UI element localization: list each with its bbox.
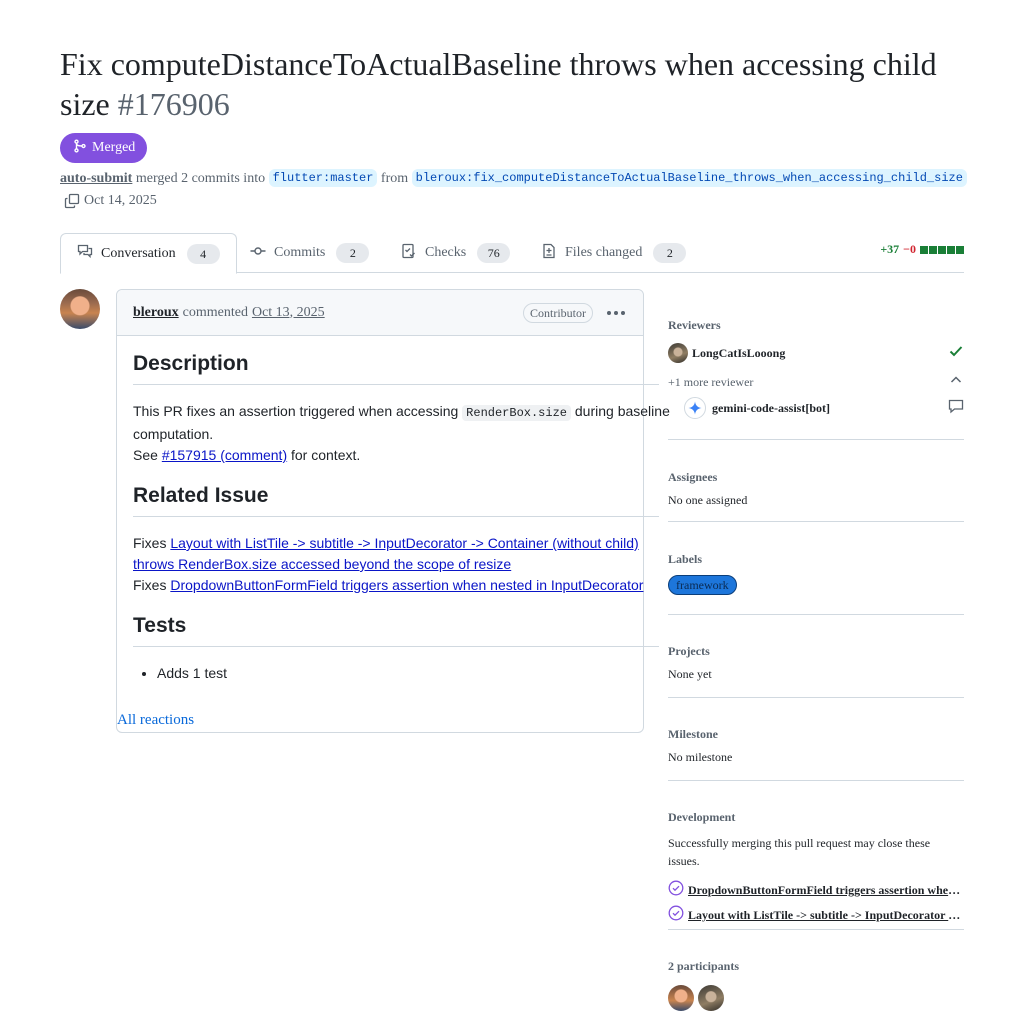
- comment-header: bleroux commented Oct 13, 2025 Contribut…: [117, 290, 643, 336]
- avatar[interactable]: [698, 985, 724, 1011]
- gemini-sparkle-icon: [684, 397, 706, 419]
- context-comment-link[interactable]: #157915 (comment): [162, 447, 287, 463]
- diffstat-blocks: [920, 245, 964, 254]
- related-issue-link-1[interactable]: Layout with ListTile -> subtitle -> Inpu…: [133, 535, 639, 572]
- heading-related-issue: Related Issue: [133, 482, 659, 517]
- projects-heading[interactable]: Projects: [668, 642, 964, 660]
- tab-files-changed-count: 2: [653, 243, 687, 263]
- heading-description: Description: [133, 350, 659, 385]
- reviewer-bot-name[interactable]: gemini-code-assist[bot]: [712, 401, 830, 416]
- head-branch[interactable]: bleroux:fix_computeDistanceToActualBasel…: [411, 169, 967, 187]
- tab-conversation-label: Conversation: [101, 245, 176, 261]
- development-issue-1[interactable]: DropdownButtonFormField triggers asserti…: [668, 878, 964, 902]
- sidebar-participants: 2 participants: [668, 957, 964, 1017]
- more-reviewers-label: +1 more reviewer: [668, 374, 754, 389]
- reviewers-heading[interactable]: Reviewers: [668, 316, 964, 334]
- sidebar-assignees: Assignees No one assigned: [668, 468, 964, 522]
- contributor-badge: Contributor: [523, 302, 593, 323]
- file-diff-icon: [541, 243, 557, 264]
- tab-conversation[interactable]: Conversation 4: [60, 233, 237, 274]
- comment-author-link[interactable]: bleroux: [133, 305, 179, 321]
- development-heading[interactable]: Development: [668, 808, 964, 826]
- tab-commits-label: Commits: [274, 245, 326, 260]
- git-commit-icon: [250, 243, 266, 264]
- tab-conversation-count: 4: [186, 243, 220, 264]
- avatar[interactable]: [668, 985, 694, 1011]
- list-item: Adds 1 test: [157, 663, 673, 684]
- merge-author-link[interactable]: auto-submit: [60, 171, 132, 186]
- sidebar-reviewers: Reviewers LongCatIsLooong +1 more review…: [668, 316, 964, 440]
- desc-before: This PR fixes an assertion triggered whe…: [133, 403, 459, 419]
- reviewer-bot-row[interactable]: gemini-code-assist[bot]: [668, 396, 964, 420]
- merge-date: Oct 14, 2025: [84, 193, 157, 208]
- checklist-icon: [401, 243, 417, 264]
- related-issue-link-2[interactable]: DropdownButtonFormField triggers asserti…: [170, 577, 643, 593]
- participants-avatars: [668, 985, 964, 1011]
- from-text: from: [380, 171, 409, 186]
- sidebar-development: Development Successfully merging this pu…: [668, 808, 964, 930]
- tab-commits[interactable]: Commits 2: [234, 233, 385, 273]
- comment-body: Description This PR fixes an assertion t…: [133, 350, 673, 684]
- diffstat-additions: +37: [880, 242, 900, 256]
- tab-checks[interactable]: Checks 76: [385, 233, 526, 273]
- all-reactions-link[interactable]: All reactions: [117, 712, 194, 729]
- state-label: Merged: [92, 140, 136, 155]
- see-suffix: for context.: [291, 447, 361, 463]
- development-text: Successfully merging this pull request m…: [668, 836, 931, 868]
- tab-checks-label: Checks: [425, 245, 467, 260]
- development-issue-2[interactable]: Layout with ListTile -> subtitle -> Inpu…: [668, 903, 964, 927]
- avatar: [668, 343, 688, 363]
- description-paragraph: This PR fixes an assertion triggered whe…: [133, 401, 673, 466]
- development-issue-2-title: Layout with ListTile -> subtitle -> Inpu…: [688, 907, 964, 922]
- heading-tests: Tests: [133, 612, 659, 647]
- assignees-heading[interactable]: Assignees: [668, 468, 964, 486]
- assignees-text: No one assigned: [668, 493, 748, 507]
- related-issues-paragraph: Fixes Layout with ListTile -> subtitle -…: [133, 533, 673, 596]
- chevron-up-icon: [948, 372, 964, 392]
- label-framework[interactable]: framework: [668, 575, 737, 595]
- diffstat-deletions: −0: [903, 242, 916, 256]
- check-icon: [948, 343, 964, 363]
- pr-description-comment: bleroux commented Oct 13, 2025 Contribut…: [116, 289, 670, 733]
- fixes-word-2: Fixes: [133, 577, 167, 593]
- milestone-text: No milestone: [668, 750, 733, 764]
- issue-closed-icon: [668, 905, 684, 925]
- milestone-heading[interactable]: Milestone: [668, 725, 964, 743]
- fixes-word-1: Fixes: [133, 535, 167, 551]
- see-prefix: See: [133, 447, 158, 463]
- tests-list: Adds 1 test: [133, 663, 673, 684]
- more-reviewers-toggle[interactable]: +1 more reviewer: [668, 371, 964, 393]
- diffstat: +37 −0: [880, 242, 964, 257]
- comment-discussion-icon: [77, 243, 93, 264]
- issue-closed-icon: [668, 880, 684, 900]
- desc-code: RenderBox.size: [462, 405, 571, 421]
- tab-files-changed-label: Files changed: [565, 245, 643, 260]
- development-issue-1-title: DropdownButtonFormField triggers asserti…: [688, 882, 964, 897]
- sidebar-labels: Labels framework: [668, 550, 964, 615]
- pr-tab-bar: Conversation 4 Commits 2 Checks 76 Files…: [60, 233, 964, 274]
- merged-state-badge: Merged: [60, 133, 148, 163]
- comment-author-avatar[interactable]: [60, 289, 100, 329]
- reviewer-row[interactable]: LongCatIsLooong: [668, 341, 964, 365]
- sidebar-projects: Projects None yet: [668, 642, 964, 698]
- git-merge-icon: [73, 138, 87, 158]
- pr-number: #176906: [117, 86, 230, 122]
- pr-title: Fix computeDistanceToActualBaseline thro…: [60, 44, 960, 124]
- comment-action: commented: [182, 304, 248, 320]
- copy-icon[interactable]: [64, 193, 80, 209]
- participants-heading: 2 participants: [668, 959, 740, 973]
- comment-date-link[interactable]: Oct 13, 2025: [252, 305, 325, 321]
- tab-checks-count: 76: [477, 243, 511, 263]
- base-branch[interactable]: flutter:master: [268, 169, 378, 187]
- reviewer-name[interactable]: LongCatIsLooong: [692, 346, 785, 361]
- projects-text: None yet: [668, 667, 712, 681]
- merge-text: merged 2 commits into: [135, 171, 266, 186]
- labels-heading[interactable]: Labels: [668, 550, 964, 568]
- pr-meta: auto-submit merged 2 commits into flutte…: [60, 168, 970, 212]
- sidebar-milestone: Milestone No milestone: [668, 725, 964, 781]
- tab-commits-count: 2: [336, 243, 370, 263]
- comment-icon: [948, 398, 964, 418]
- tab-files-changed[interactable]: Files changed 2: [525, 233, 702, 273]
- kebab-horizontal-icon[interactable]: [607, 310, 627, 315]
